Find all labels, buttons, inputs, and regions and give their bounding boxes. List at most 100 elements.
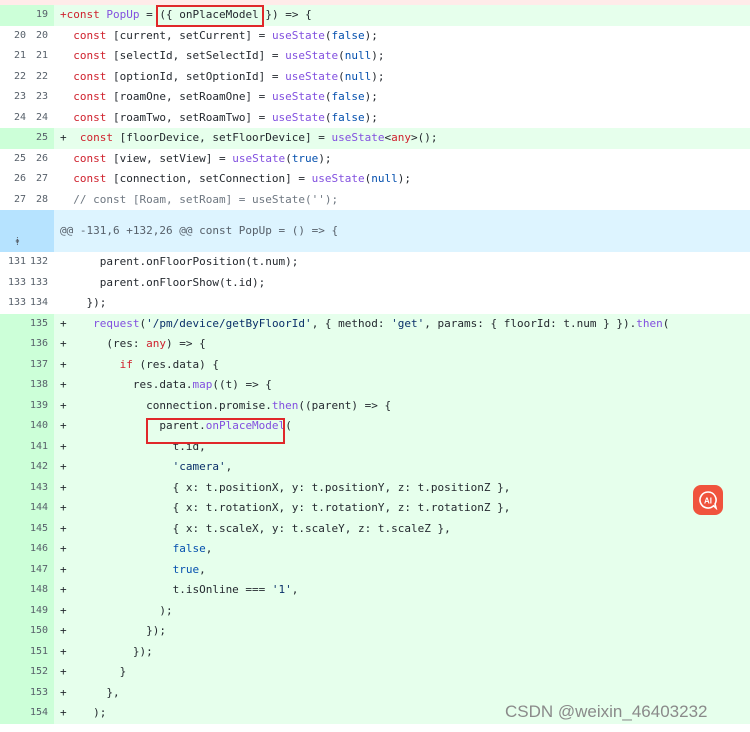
new-line-number[interactable]: 150 (27, 621, 54, 642)
code-text: parent.onFloorPosition(t.num); (54, 252, 750, 273)
code-token: ( (324, 28, 332, 42)
added-line: 153 + }, (0, 682, 750, 703)
old-line-number[interactable] (0, 662, 27, 683)
code-token: useState (232, 151, 286, 165)
old-line-number[interactable] (0, 518, 27, 539)
new-line-number[interactable]: 27 (27, 169, 54, 190)
new-line-number[interactable]: 151 (27, 641, 54, 662)
code-token: ); (364, 90, 378, 103)
old-line-number[interactable]: 131 (0, 252, 27, 273)
old-line-number[interactable] (0, 580, 27, 601)
new-line-number[interactable]: 20 (27, 25, 54, 46)
code-text: + if (res.data) { (54, 354, 750, 375)
new-line-number[interactable]: 142 (27, 457, 54, 478)
old-line-number[interactable]: 25 (0, 148, 27, 169)
code-token: + }, (60, 685, 120, 699)
new-line-number[interactable]: 21 (27, 46, 54, 67)
new-line-number[interactable]: 19 (27, 5, 54, 26)
code-token: [optionId, setOptionId] = (112, 69, 286, 83)
context-line: 25 26 const [view, setView] = useState(tr… (0, 148, 750, 169)
code-token: (res.data) { (132, 357, 219, 371)
code-token: ( (662, 316, 670, 330)
code-token: + (60, 357, 120, 371)
new-line-number[interactable]: 138 (27, 375, 54, 396)
old-line-number[interactable] (0, 682, 27, 703)
new-line-number[interactable]: 147 (27, 559, 54, 580)
old-line-number[interactable]: 20 (0, 25, 27, 46)
code-text: }); (54, 293, 750, 314)
new-line-number[interactable]: 153 (27, 682, 54, 703)
new-line-number[interactable]: 144 (27, 498, 54, 519)
code-token: + parent. (60, 419, 206, 432)
old-line-number[interactable] (0, 477, 27, 498)
old-line-number[interactable] (0, 621, 27, 642)
new-line-number[interactable]: 145 (27, 518, 54, 539)
old-line-number[interactable] (0, 703, 27, 724)
old-line-number[interactable] (0, 559, 27, 580)
code-token: + (60, 131, 74, 144)
new-line-number[interactable]: 22 (27, 66, 54, 87)
hunk-header-text: @@ -131,6 +132,26 @@ const PopUp = () =>… (60, 224, 339, 237)
old-line-number[interactable] (0, 334, 27, 355)
new-line-number[interactable]: 143 (27, 477, 54, 498)
old-line-number[interactable] (0, 498, 27, 519)
old-line-number[interactable] (0, 600, 27, 621)
code-token: const (60, 49, 113, 62)
new-line-number[interactable]: 134 (27, 293, 54, 314)
code-token: useState (311, 172, 365, 185)
new-line-number[interactable]: 146 (27, 539, 54, 560)
new-line-number[interactable]: 140 (27, 416, 54, 437)
new-line-number[interactable]: 141 (27, 436, 54, 457)
old-line-number[interactable] (0, 395, 27, 416)
code-token: false (172, 542, 206, 555)
old-line-number[interactable] (0, 354, 27, 375)
new-line-number[interactable]: 135 (27, 313, 54, 334)
old-line-number[interactable]: 27 (0, 189, 27, 210)
old-line-number[interactable]: 26 (0, 169, 27, 190)
added-line: 139 + connection.promise.then((parent) =>… (0, 395, 750, 416)
new-line-number[interactable]: 26 (27, 148, 54, 169)
code-token: parent.onFloorPosition(t.num); (60, 255, 299, 268)
new-line-number[interactable]: 139 (27, 395, 54, 416)
old-line-number[interactable]: 22 (0, 66, 27, 87)
old-line-number[interactable] (0, 5, 27, 26)
new-line-number[interactable]: 28 (27, 189, 54, 210)
code-token: + (60, 316, 94, 330)
old-line-number[interactable]: 133 (0, 293, 27, 314)
old-line-number[interactable]: 133 (0, 272, 27, 293)
new-line-number[interactable]: 152 (27, 662, 54, 683)
code-text: + } (54, 662, 750, 683)
new-line-number[interactable]: 25 (27, 128, 54, 149)
new-line-number[interactable]: 148 (27, 580, 54, 601)
code-text: // const [Roam, setRoam] = useState(''); (54, 190, 750, 211)
new-line-number[interactable]: 132 (27, 252, 54, 273)
new-line-number[interactable]: 149 (27, 600, 54, 621)
old-line-number[interactable] (0, 436, 27, 457)
new-line-number[interactable]: 133 (27, 272, 54, 293)
old-line-number[interactable] (0, 641, 27, 662)
ai-assistant-button[interactable]: AI (693, 485, 723, 515)
ai-badge-label: AI (704, 497, 712, 506)
old-line-number[interactable] (0, 128, 27, 149)
code-text: + }); (54, 641, 750, 662)
expand-lines-button[interactable]: ⇣ ⇡ (0, 210, 54, 252)
old-line-number[interactable]: 24 (0, 107, 27, 128)
old-line-number[interactable] (0, 416, 27, 437)
old-line-number[interactable] (0, 457, 27, 478)
code-token: // const [Roam, setRoam] = useState(''); (60, 192, 339, 206)
new-line-number[interactable]: 136 (27, 334, 54, 355)
code-token: if (119, 357, 133, 371)
old-line-number[interactable] (0, 539, 27, 560)
old-line-number[interactable] (0, 313, 27, 334)
new-line-number[interactable]: 137 (27, 354, 54, 375)
new-line-number[interactable]: 24 (27, 107, 54, 128)
expand-up-icon[interactable]: ⇡ (14, 236, 21, 247)
code-token: const (60, 151, 113, 165)
code-text: const [current, setCurrent] = useState(f… (54, 26, 750, 47)
new-line-number[interactable]: 23 (27, 87, 54, 108)
new-line-number[interactable]: 154 (27, 703, 54, 724)
old-line-number[interactable]: 21 (0, 46, 27, 67)
code-token: true (291, 151, 319, 165)
old-line-number[interactable] (0, 375, 27, 396)
old-line-number[interactable]: 23 (0, 87, 27, 108)
